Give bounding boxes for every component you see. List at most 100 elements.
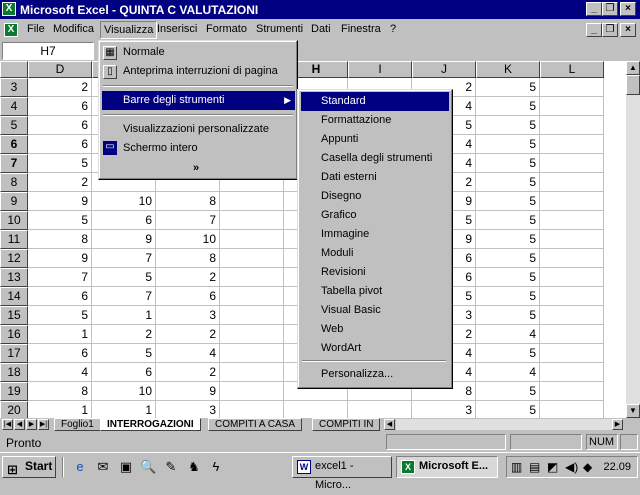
- cell-d9[interactable]: 9: [28, 192, 92, 211]
- cell-f11[interactable]: 10: [156, 230, 220, 249]
- menu-formato[interactable]: Formato: [206, 23, 247, 35]
- select-all-corner[interactable]: [0, 61, 28, 78]
- close-button[interactable]: ×: [620, 2, 636, 16]
- toolbar-item-formattazione[interactable]: Formattazione: [301, 111, 449, 130]
- cell-e17[interactable]: 5: [92, 344, 156, 363]
- cell-g13[interactable]: [220, 268, 284, 287]
- cell-d14[interactable]: 6: [28, 287, 92, 306]
- cell-l7[interactable]: [540, 154, 604, 173]
- row-header[interactable]: 8: [0, 173, 28, 192]
- cell-e19[interactable]: 10: [92, 382, 156, 401]
- task-microsoft-excel[interactable]: X Microsoft E...: [396, 456, 498, 478]
- cell-l13[interactable]: [540, 268, 604, 287]
- cell-l17[interactable]: [540, 344, 604, 363]
- row-header[interactable]: 3: [0, 78, 28, 97]
- toolbar-item-immagine[interactable]: Immagine: [301, 225, 449, 244]
- cell-l5[interactable]: [540, 116, 604, 135]
- cell-k7[interactable]: 5: [476, 154, 540, 173]
- tab-interrogazioni[interactable]: INTERROGAZIONI: [100, 418, 201, 431]
- cell-g18[interactable]: [220, 363, 284, 382]
- cell-d18[interactable]: 4: [28, 363, 92, 382]
- doc-close-button[interactable]: ×: [620, 23, 636, 37]
- row-header[interactable]: 11: [0, 230, 28, 249]
- cell-k14[interactable]: 5: [476, 287, 540, 306]
- prev-sheet-icon[interactable]: ◀: [14, 419, 25, 430]
- cell-d10[interactable]: 5: [28, 211, 92, 230]
- cell-i20[interactable]: [348, 401, 412, 418]
- cell-k18[interactable]: 4: [476, 363, 540, 382]
- cell-k6[interactable]: 5: [476, 135, 540, 154]
- tab-foglio1[interactable]: Foglio1: [54, 418, 101, 431]
- cell-d16[interactable]: 1: [28, 325, 92, 344]
- cell-k3[interactable]: 5: [476, 78, 540, 97]
- tab-compiti-in[interactable]: COMPITI IN: [312, 418, 380, 431]
- menu-item-normale[interactable]: Normale: [119, 43, 295, 62]
- cell-k5[interactable]: 5: [476, 116, 540, 135]
- menu-modifica[interactable]: Modifica: [53, 23, 94, 35]
- scheduler-icon[interactable]: ◩: [547, 460, 558, 474]
- toolbar-item-standard[interactable]: Standard: [301, 92, 449, 111]
- tray-app-icon[interactable]: ◆: [583, 460, 592, 474]
- cell-e18[interactable]: 6: [92, 363, 156, 382]
- toolbar-item-tabella-pivot[interactable]: Tabella pivot: [301, 282, 449, 301]
- cell-f12[interactable]: 8: [156, 249, 220, 268]
- cell-f18[interactable]: 2: [156, 363, 220, 382]
- row-header[interactable]: 7: [0, 154, 28, 173]
- cell-d13[interactable]: 7: [28, 268, 92, 287]
- excel-icon[interactable]: X: [2, 2, 16, 16]
- row-header[interactable]: 19: [0, 382, 28, 401]
- row-header[interactable]: 4: [0, 97, 28, 116]
- cell-f14[interactable]: 6: [156, 287, 220, 306]
- cell-e10[interactable]: 6: [92, 211, 156, 230]
- doc-minimize-button[interactable]: _: [586, 23, 602, 37]
- row-header[interactable]: 12: [0, 249, 28, 268]
- cell-f20[interactable]: 3: [156, 401, 220, 418]
- cell-d15[interactable]: 5: [28, 306, 92, 325]
- toolbar-item-casella-degli-strumenti[interactable]: Casella degli strumenti: [301, 149, 449, 168]
- title-bar[interactable]: X Microsoft Excel - QUINTA C VALUTAZIONI…: [0, 0, 640, 19]
- scroll-up-icon[interactable]: ▲: [626, 61, 640, 75]
- cell-f19[interactable]: 9: [156, 382, 220, 401]
- row-header[interactable]: 17: [0, 344, 28, 363]
- cell-l14[interactable]: [540, 287, 604, 306]
- menu-strumenti[interactable]: Strumenti: [256, 23, 303, 35]
- toolbar-item-moduli[interactable]: Moduli: [301, 244, 449, 263]
- cell-l4[interactable]: [540, 97, 604, 116]
- cell-k15[interactable]: 5: [476, 306, 540, 325]
- toolbar-item-web[interactable]: Web: [301, 320, 449, 339]
- cell-d20[interactable]: 1: [28, 401, 92, 418]
- cell-h20[interactable]: [284, 401, 348, 418]
- cell-d4[interactable]: 6: [28, 97, 92, 116]
- cell-d19[interactable]: 8: [28, 382, 92, 401]
- toolbar-item-dati-esterni[interactable]: Dati esterni: [301, 168, 449, 187]
- chess-icon[interactable]: ♞: [186, 459, 202, 475]
- cell-e16[interactable]: 2: [92, 325, 156, 344]
- cell-f10[interactable]: 7: [156, 211, 220, 230]
- cell-g15[interactable]: [220, 306, 284, 325]
- last-sheet-icon[interactable]: ▶|: [38, 419, 49, 430]
- cell-e14[interactable]: 7: [92, 287, 156, 306]
- cell-g11[interactable]: [220, 230, 284, 249]
- row-header[interactable]: 13: [0, 268, 28, 287]
- toolbar-item-wordart[interactable]: WordArt: [301, 339, 449, 358]
- cell-d12[interactable]: 9: [28, 249, 92, 268]
- search-icon[interactable]: 🔍: [140, 459, 156, 475]
- menu-finestra[interactable]: Finestra: [341, 23, 381, 35]
- row-header[interactable]: 16: [0, 325, 28, 344]
- cell-e12[interactable]: 7: [92, 249, 156, 268]
- cell-l12[interactable]: [540, 249, 604, 268]
- cell-l6[interactable]: [540, 135, 604, 154]
- edit-icon[interactable]: ✎: [163, 459, 179, 475]
- doc-restore-button[interactable]: ❐: [602, 23, 618, 37]
- toolbar-item-personalizza[interactable]: Personalizza...: [301, 365, 449, 384]
- toolbar-item-appunti[interactable]: Appunti: [301, 130, 449, 149]
- hscroll-left-icon[interactable]: ◀: [384, 419, 395, 430]
- column-header-l[interactable]: L: [540, 61, 604, 78]
- toolbar-item-disegno[interactable]: Disegno: [301, 187, 449, 206]
- cell-k11[interactable]: 5: [476, 230, 540, 249]
- cell-k20[interactable]: 5: [476, 401, 540, 418]
- menu-item-visualizzazioni[interactable]: Visualizzazioni personalizzate: [119, 120, 295, 139]
- vertical-scrollbar[interactable]: ▲ ▼: [626, 61, 640, 418]
- cell-l10[interactable]: [540, 211, 604, 230]
- row-header[interactable]: 9: [0, 192, 28, 211]
